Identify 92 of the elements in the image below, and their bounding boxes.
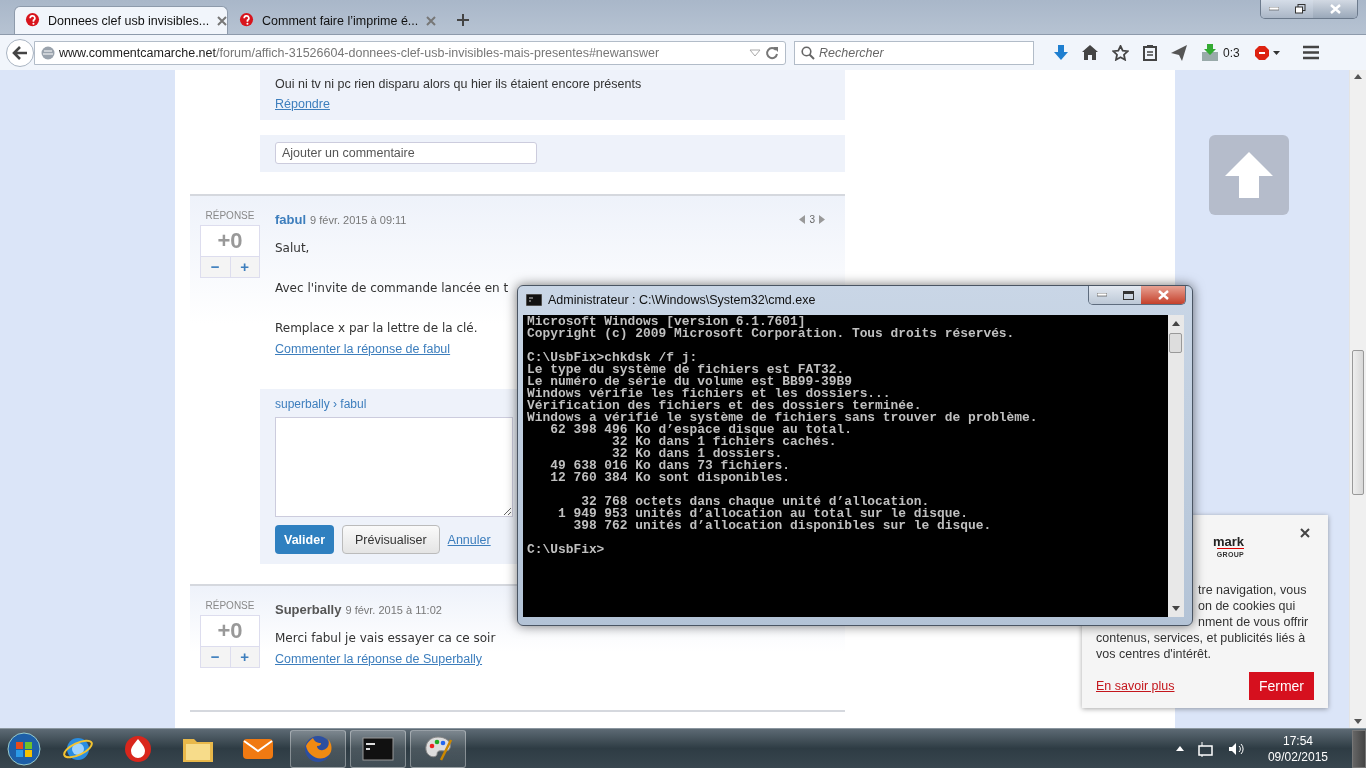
clock-date: 09/02/2015 bbox=[1267, 748, 1328, 765]
clipboard-icon[interactable] bbox=[1143, 44, 1157, 61]
previous-icon[interactable] bbox=[799, 215, 806, 224]
clock[interactable]: 17:54 09/02/2015 bbox=[1267, 732, 1328, 765]
windows-logo-icon bbox=[6, 730, 42, 767]
counter-label: 0:3 bbox=[1223, 45, 1240, 60]
scroll-down-icon[interactable] bbox=[1354, 719, 1362, 724]
post-date: 9 févr. 2015 à 09:11 bbox=[310, 214, 407, 226]
notice-text: on de cookies qui bbox=[1198, 598, 1297, 614]
reply-label: RÉPONSE bbox=[204, 210, 256, 222]
vote-down-button[interactable]: − bbox=[201, 257, 230, 277]
comment-text: Oui ni tv ni pc rien disparu alors qu hier ils étaient encore présents bbox=[275, 77, 643, 91]
post-text: Merci fabul je vais essayer ca ce soir bbox=[275, 630, 496, 647]
question-mark-icon bbox=[239, 13, 254, 28]
author-name[interactable]: Superbally bbox=[275, 602, 342, 617]
maximize-button[interactable] bbox=[1115, 286, 1141, 304]
new-tab-icon[interactable] bbox=[454, 11, 472, 29]
console-output: 32 768 octets dans chaque unité d’allocation. 1 949 953 unités d’allocation au total sur le disque. 398 762 unités d’allocation disponibles sur le disque. bbox=[556, 496, 992, 532]
close-button[interactable] bbox=[1141, 286, 1185, 304]
scroll-up-icon[interactable] bbox=[1354, 74, 1362, 79]
paper-plane-icon[interactable] bbox=[1171, 44, 1187, 61]
author-name[interactable]: fabul bbox=[275, 212, 307, 227]
console-output: C:\UsbFix> bbox=[527, 544, 605, 556]
start-button[interactable] bbox=[4, 729, 44, 768]
close-icon bbox=[1329, 4, 1341, 14]
tray-download-icon[interactable] bbox=[1201, 43, 1219, 62]
star-icon[interactable] bbox=[1112, 44, 1129, 61]
search-field[interactable]: Rechercher bbox=[794, 40, 1034, 65]
scroll-up-icon[interactable] bbox=[1172, 321, 1180, 326]
scrollbar[interactable] bbox=[1168, 315, 1184, 617]
globe-icon bbox=[41, 45, 55, 60]
scrollbar[interactable] bbox=[1349, 70, 1366, 728]
reply-label: RÉPONSE bbox=[204, 600, 256, 612]
notice-text: tre navigation, vous bbox=[1198, 582, 1308, 598]
preview-button[interactable]: Prévisualiser bbox=[342, 525, 440, 554]
taskbar-app-button[interactable] bbox=[350, 729, 406, 768]
comment-link[interactable]: Commenter la réponse de fabul bbox=[275, 342, 451, 356]
notice-text: contenus, services, et publicités liés à vos centres d'intérêt. bbox=[1096, 630, 1307, 662]
clock-time: 17:54 bbox=[1282, 732, 1313, 749]
console-output: Microsoft Windows [version 6.1.7601] Copyright (c) 2009 Microsoft Corporation. Tous droits réservés. bbox=[527, 316, 1015, 340]
restore-icon bbox=[1294, 4, 1306, 14]
close-banner-button[interactable]: Fermer bbox=[1248, 672, 1314, 700]
vote-score: +0 bbox=[216, 227, 244, 255]
back-arrow-icon bbox=[12, 45, 28, 60]
restore-button[interactable] bbox=[1287, 0, 1313, 18]
page-number: 3 bbox=[809, 214, 815, 225]
browser-tab[interactable]: Donnees clef usb invisibles... bbox=[14, 6, 228, 34]
cancel-link[interactable]: Annuler bbox=[447, 532, 491, 547]
vote-down-button[interactable]: − bbox=[201, 647, 230, 667]
comment-input[interactable]: Ajouter un commentaire bbox=[275, 142, 537, 164]
menu-icon[interactable] bbox=[1301, 45, 1320, 60]
post-date: 9 févr. 2015 à 11:02 bbox=[345, 604, 442, 616]
taskbar-app-button[interactable] bbox=[410, 729, 466, 768]
fox-globe-icon bbox=[303, 733, 333, 764]
home-icon[interactable] bbox=[1082, 45, 1098, 60]
window-title: Administrateur : C:\Windows\System32\cmd.exe bbox=[548, 293, 816, 307]
logo-text: mark bbox=[1212, 535, 1244, 548]
console-icon bbox=[526, 294, 542, 306]
comment-link[interactable]: Commenter la réponse de Superbally bbox=[275, 652, 483, 666]
reply-breadcrumb: superbally › fabul bbox=[275, 397, 367, 411]
search-icon bbox=[801, 45, 815, 60]
notice-text: nment de vous offrir bbox=[1198, 614, 1310, 630]
reload-icon[interactable] bbox=[765, 45, 779, 60]
network-icon[interactable] bbox=[1197, 740, 1214, 757]
vote-up-button[interactable]: + bbox=[229, 647, 259, 667]
vote-up-button[interactable]: + bbox=[229, 257, 259, 277]
reply-link[interactable]: Répondre bbox=[275, 97, 330, 111]
maximize-icon bbox=[1122, 290, 1134, 300]
stop-sign-icon[interactable] bbox=[1253, 44, 1282, 61]
show-hidden-icons-icon[interactable] bbox=[1175, 746, 1184, 751]
post-text: Remplace x par la lettre de la clé. bbox=[275, 320, 478, 337]
scrollbar-thumb[interactable] bbox=[1169, 333, 1182, 353]
back-button[interactable] bbox=[6, 38, 34, 67]
next-icon[interactable] bbox=[819, 215, 825, 224]
scroll-down-icon[interactable] bbox=[1172, 606, 1180, 611]
close-icon bbox=[1157, 290, 1169, 300]
learn-more-link[interactable]: En savoir plus bbox=[1096, 679, 1175, 693]
post-text: Salut, bbox=[275, 240, 310, 257]
close-icon[interactable] bbox=[1300, 528, 1310, 538]
minimize-icon bbox=[1097, 293, 1107, 297]
post-text: Avec l'invite de commande lancée en t bbox=[275, 280, 509, 297]
address-bar[interactable]: www.commentcamarche.net/forum/affich-31526604-donnees-clef-usb-invisibles-mais-presentes#newanswer bbox=[34, 40, 786, 65]
close-icon[interactable] bbox=[217, 15, 228, 26]
console-output: C:\UsbFix>chkdsk /f j: Le type du système de fichiers est FAT32. Le numéro de série du volume est BB99-39B9 Windows vérifie les fichiers et les dossiers... Vérification des fichiers et des dossiers terminée. Windows a vérifié le système de fichiers sans trouver de problème. 62 398 496 Ko d’espace disque au total. 32 Ko dans 1 fichiers cachés. 32 Ko dans 1 dossiers. 49 638 016 Ko dans 73 fichiers. 12 760 384 Ko sont disponibles. bbox=[527, 352, 1038, 484]
scrollbar-thumb[interactable] bbox=[1352, 350, 1364, 495]
browser-tab[interactable]: Comment faire l’imprime é... bbox=[228, 6, 442, 34]
vote-score: +0 bbox=[216, 617, 244, 645]
minimize-icon bbox=[1269, 7, 1279, 11]
submit-button[interactable]: Valider bbox=[275, 525, 334, 554]
console-icon bbox=[362, 736, 394, 761]
question-mark-icon bbox=[25, 13, 40, 28]
download-icon[interactable] bbox=[1054, 44, 1068, 61]
